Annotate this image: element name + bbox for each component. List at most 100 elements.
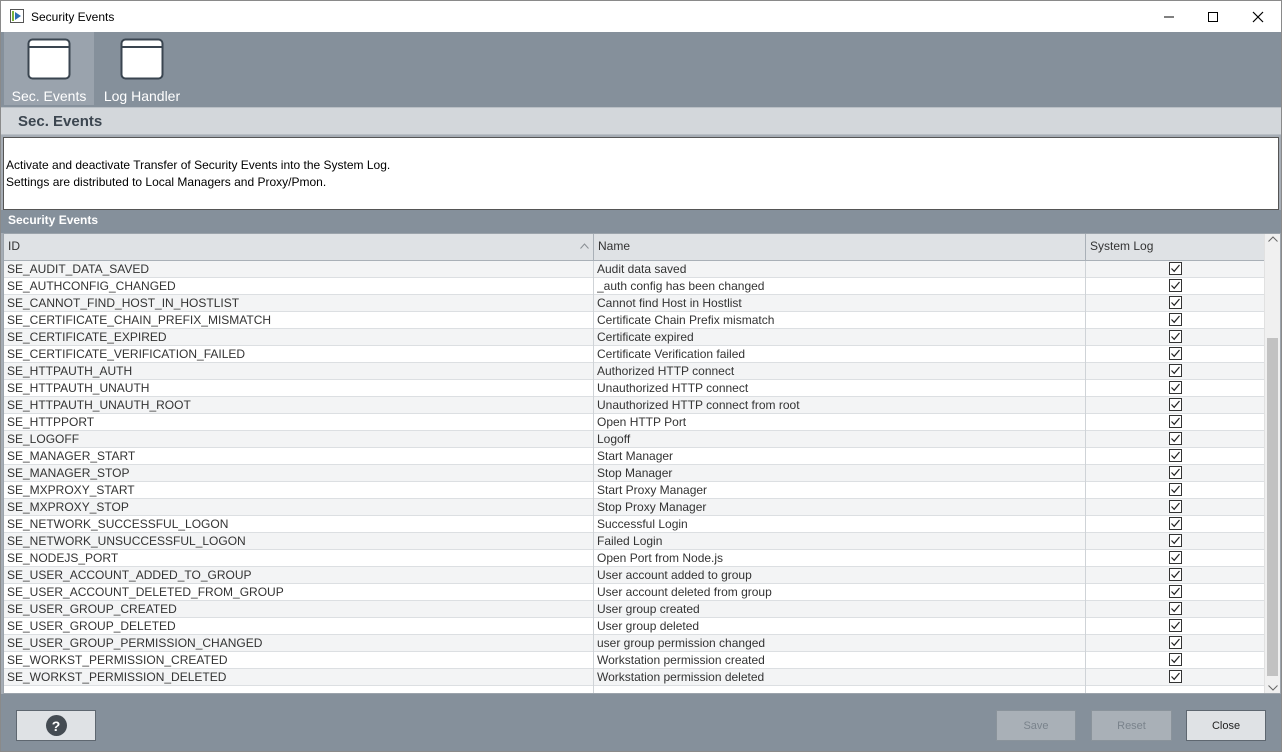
checkmark-icon [1171,468,1180,477]
system-log-checkbox[interactable] [1169,500,1183,514]
system-log-checkbox[interactable] [1169,432,1183,446]
scrollbar-thumb[interactable] [1267,338,1278,676]
cell-name: User account deleted from group [597,585,772,599]
reset-button[interactable]: Reset [1091,710,1172,741]
cell-id: SE_MXPROXY_START [7,483,135,497]
cell-name: Certificate Chain Prefix mismatch [597,313,775,327]
close-window-button[interactable] [1235,1,1281,32]
checkbox-box [1169,483,1182,496]
table-row[interactable]: SE_CANNOT_FIND_HOST_IN_HOSTLIST Cannot fi… [4,295,1265,312]
checkmark-icon [1171,315,1180,324]
table-row[interactable]: SE_USER_GROUP_PERMISSION_CHANGED user gro… [4,635,1265,652]
system-log-checkbox[interactable] [1169,568,1183,582]
table-row[interactable]: SE_CERTIFICATE_CHAIN_PREFIX_MISMATCH Cert… [4,312,1265,329]
vertical-scrollbar[interactable] [1264,234,1280,693]
cell-name: user group permission changed [597,636,766,650]
table-row[interactable]: SE_USER_GROUP_CREATED User group created [4,601,1265,618]
cell-id: SE_HTTPAUTH_AUTH [7,364,133,378]
checkmark-icon [1171,553,1180,562]
system-log-checkbox[interactable] [1169,483,1183,497]
maximize-button[interactable] [1190,1,1236,32]
table-row[interactable]: SE_MXPROXY_START Start Proxy Manager [4,482,1265,499]
cell-id: SE_USER_GROUP_DELETED [7,619,176,633]
scroll-down-icon[interactable] [1268,685,1278,691]
cell-name: Failed Login [597,534,663,548]
checkmark-icon [1171,536,1180,545]
table-row[interactable]: SE_USER_GROUP_DELETED User group deleted [4,618,1265,635]
scroll-up-icon[interactable] [1268,236,1278,242]
system-log-checkbox[interactable] [1169,551,1183,565]
table-row[interactable]: SE_NETWORK_UNSUCCESSFUL_LOGON Failed Logi… [4,533,1265,550]
minimize-button[interactable] [1146,1,1192,32]
toolbar-sec-events-button[interactable]: Sec. Events [4,32,94,105]
system-log-checkbox[interactable] [1169,653,1183,667]
system-log-checkbox[interactable] [1169,364,1183,378]
column-header-name[interactable]: Name [594,234,1086,261]
table-header: ID Name System Log [4,234,1265,261]
cell-name: Unauthorized HTTP connect [597,381,749,395]
checkbox-box [1169,585,1182,598]
system-log-checkbox[interactable] [1169,517,1183,531]
table-row[interactable]: SE_CERTIFICATE_EXPIRED Certificate expire… [4,329,1265,346]
cell-id: SE_WORKST_PERMISSION_CREATED [7,653,228,667]
table-row[interactable]: SE_MANAGER_START Start Manager [4,448,1265,465]
table-row[interactable]: SE_HTTPPORT Open HTTP Port [4,414,1265,431]
toolbar-log-handler-button[interactable]: Log Handler [97,32,187,105]
table-row[interactable]: SE_WORKST_PERMISSION_CREATED Workstation … [4,652,1265,669]
table-row[interactable]: SE_NETWORK_SUCCESSFUL_LOGON Successful Lo… [4,516,1265,533]
system-log-checkbox[interactable] [1169,262,1183,276]
column-header-system-log[interactable]: System Log [1086,234,1265,261]
table-row[interactable]: SE_NODEJS_PORT Open Port from Node.js [4,550,1265,567]
table-row[interactable]: SE_AUDIT_DATA_SAVED Audit data saved [4,261,1265,278]
table-row[interactable]: SE_MANAGER_STOP Stop Manager [4,465,1265,482]
system-log-checkbox[interactable] [1169,466,1183,480]
checkmark-icon [1171,400,1180,409]
system-log-checkbox[interactable] [1169,330,1183,344]
system-log-checkbox[interactable] [1169,670,1183,684]
toolbar-label: Sec. Events [11,88,87,104]
system-log-checkbox[interactable] [1169,636,1183,650]
table-row[interactable]: SE_HTTPAUTH_UNAUTH_ROOT Unauthorized HTTP… [4,397,1265,414]
checkbox-box [1169,568,1182,581]
table-row[interactable]: SE_HTTPAUTH_AUTH Authorized HTTP connect [4,363,1265,380]
table-row[interactable]: SE_LOGOFF Logoff [4,431,1265,448]
table-row[interactable]: SE_HTTPAUTH_UNAUTH Unauthorized HTTP conn… [4,380,1265,397]
system-log-checkbox[interactable] [1169,602,1183,616]
table-row[interactable]: SE_USER_ACCOUNT_DELETED_FROM_GROUP User a… [4,584,1265,601]
save-button[interactable]: Save [996,710,1076,741]
system-log-checkbox[interactable] [1169,313,1183,327]
system-log-checkbox[interactable] [1169,415,1183,429]
checkbox-box [1169,500,1182,513]
help-button[interactable]: ? [16,710,96,741]
minimize-icon [1164,16,1174,17]
system-log-checkbox[interactable] [1169,296,1183,310]
cell-name: Certificate expired [597,330,694,344]
cell-name: Stop Manager [597,466,673,480]
checkbox-box [1169,364,1182,377]
table-row[interactable]: SE_MXPROXY_STOP Stop Proxy Manager [4,499,1265,516]
system-log-checkbox[interactable] [1169,619,1183,633]
table-row[interactable]: SE_WORKST_PERMISSION_DELETED Workstation … [4,669,1265,686]
cell-id: SE_USER_ACCOUNT_ADDED_TO_GROUP [7,568,252,582]
system-log-checkbox[interactable] [1169,381,1183,395]
close-button[interactable]: Close [1186,710,1266,741]
system-log-checkbox[interactable] [1169,347,1183,361]
system-log-checkbox[interactable] [1169,279,1183,293]
table-row[interactable]: SE_USER_ACCOUNT_ADDED_TO_GROUP User accou… [4,567,1265,584]
checkmark-icon [1171,298,1180,307]
maximize-icon [1208,11,1218,22]
system-log-checkbox[interactable] [1169,449,1183,463]
checkbox-box [1169,262,1182,275]
table-row[interactable]: SE_CERTIFICATE_VERIFICATION_FAILED Certif… [4,346,1265,363]
checkbox-box [1169,296,1182,309]
cell-name: Open HTTP Port [597,415,687,429]
cell-name: Certificate Verification failed [597,347,746,361]
cell-id: SE_WORKST_PERMISSION_DELETED [7,670,227,684]
column-header-id[interactable]: ID [4,234,594,261]
table-row[interactable]: SE_AUTHCONFIG_CHANGED _auth config has be… [4,278,1265,295]
system-log-checkbox[interactable] [1169,534,1183,548]
system-log-checkbox[interactable] [1169,398,1183,412]
checkmark-icon [1171,587,1180,596]
system-log-checkbox[interactable] [1169,585,1183,599]
checkmark-icon [1171,621,1180,630]
